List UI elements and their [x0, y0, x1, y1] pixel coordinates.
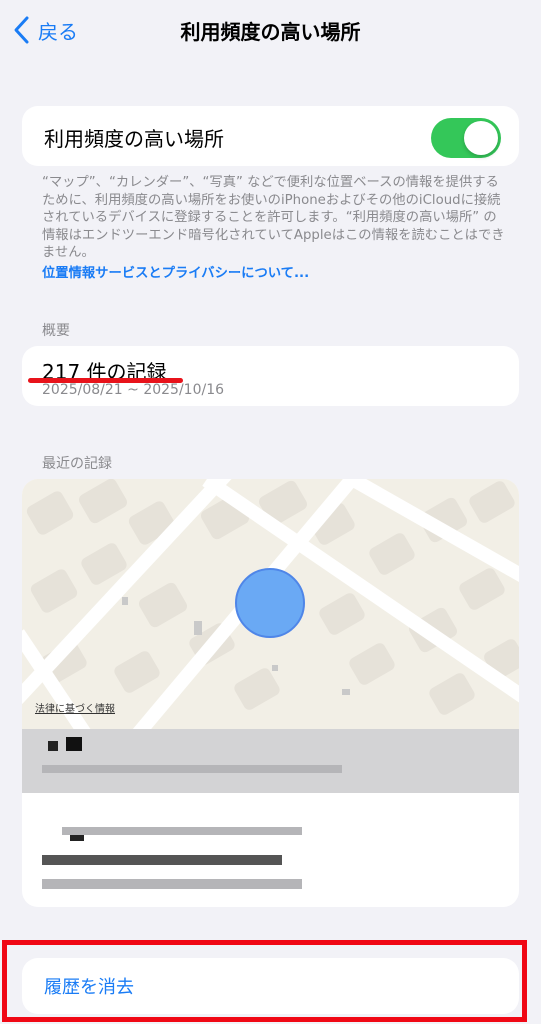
recent-section-header: 最近の記録	[42, 456, 112, 472]
privacy-link[interactable]: 位置情報サービスとプライバシーについて...	[42, 262, 309, 281]
redacted-text	[66, 737, 82, 751]
switch-knob	[464, 121, 498, 155]
annotation-box	[2, 940, 527, 1022]
summary-section-header: 概要	[42, 323, 70, 339]
recent-records-card: 法律に基づく情報	[22, 479, 519, 907]
significant-locations-toggle-row: 利用頻度の高い場所	[22, 106, 519, 166]
redacted-text	[42, 765, 342, 773]
redacted-text	[62, 827, 302, 835]
redacted-text	[42, 855, 282, 865]
redacted-text	[42, 879, 302, 889]
map-view[interactable]	[22, 479, 519, 729]
location-info-band	[22, 729, 519, 793]
toggle-label: 利用頻度の高い場所	[44, 127, 224, 151]
redacted-text	[48, 741, 58, 751]
annotation-underline	[28, 378, 183, 383]
navigation-bar: 戻る 利用頻度の高い場所	[0, 0, 541, 60]
page-title: 利用頻度の高い場所	[180, 20, 361, 44]
map-legal-link[interactable]: 法律に基づく情報	[35, 700, 115, 715]
date-range: 2025/08/21 ~ 2025/10/16	[42, 382, 225, 398]
significant-locations-switch[interactable]	[431, 118, 501, 158]
footnote-text: “マップ”、“カレンダー”、“写真” などで便利な位置ベースの情報を提供するため…	[42, 175, 505, 260]
summary-card[interactable]: 217 件の記録 2025/08/21 ~ 2025/10/16	[22, 346, 519, 406]
